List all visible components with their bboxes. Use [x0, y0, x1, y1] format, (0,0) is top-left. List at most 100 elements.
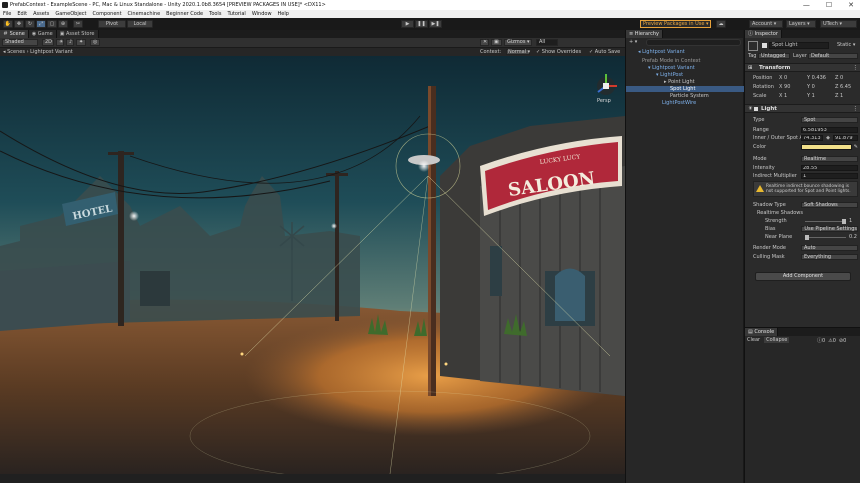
component-menu-icon[interactable]: ⋮: [853, 65, 859, 71]
add-component-button[interactable]: Add Component: [755, 272, 851, 281]
minimize-button[interactable]: —: [803, 1, 810, 9]
show-overrides-toggle[interactable]: ✓ Show Overrides: [536, 48, 581, 56]
gizmos-dropdown[interactable]: Gizmos ▾: [504, 39, 532, 46]
near-plane-field[interactable]: 0.2: [846, 234, 858, 240]
layers-dropdown[interactable]: Layers ▾: [786, 20, 816, 28]
step-button[interactable]: ▶❚: [429, 20, 442, 28]
menu-beginner-code[interactable]: Beginner Code: [166, 11, 203, 17]
object-name-field[interactable]: Spot Light: [769, 42, 829, 49]
hierarchy-search-input[interactable]: [646, 39, 741, 46]
maximize-button[interactable]: ☐: [826, 1, 832, 9]
info-filter[interactable]: ⓘ0: [817, 337, 825, 344]
culling-mask-dropdown[interactable]: Everything: [801, 254, 858, 260]
hand-tool-button[interactable]: ✋: [3, 20, 13, 28]
tab-game[interactable]: ◉ Game: [28, 30, 57, 38]
pause-button[interactable]: ❚❚: [415, 20, 428, 28]
tab-scene[interactable]: ＃ Scene: [0, 30, 29, 38]
account-dropdown[interactable]: Account ▾: [749, 20, 783, 28]
rect-tool-button[interactable]: ▢: [47, 20, 57, 28]
strength-field[interactable]: 1: [846, 218, 858, 224]
menu-window[interactable]: Window: [252, 11, 272, 17]
position-x[interactable]: X 0: [779, 75, 807, 81]
breadcrumb-scenes[interactable]: Scenes: [7, 49, 25, 55]
transform-tool-button[interactable]: ⊕: [58, 20, 68, 28]
rotation-y[interactable]: Y 0: [807, 84, 835, 90]
outer-angle-field[interactable]: 91.879: [833, 135, 858, 141]
preview-packages-dropdown[interactable]: Preview Packages in Use ▾: [640, 20, 711, 28]
scale-y[interactable]: Y 1: [807, 93, 835, 99]
play-button[interactable]: ▶: [401, 20, 414, 28]
position-z[interactable]: Z 0: [835, 75, 855, 81]
auto-save-toggle[interactable]: ✓ Auto Save: [589, 48, 620, 56]
camera-settings-button[interactable]: ▣: [491, 39, 502, 46]
menu-file[interactable]: File: [3, 11, 11, 17]
audio-toggle[interactable]: ♪: [66, 39, 74, 46]
tab-hierarchy[interactable]: ≡ Hierarchy: [626, 30, 663, 38]
intensity-field[interactable]: 28.55: [801, 165, 858, 171]
context-dropdown[interactable]: Normal ▾: [506, 49, 530, 55]
lighting-toggle[interactable]: ☀: [56, 39, 64, 46]
menu-component[interactable]: Component: [93, 11, 122, 17]
type-dropdown[interactable]: Spot: [801, 117, 858, 123]
move-tool-button[interactable]: ✥: [14, 20, 24, 28]
rotation-z[interactable]: Z 6.45: [835, 84, 855, 90]
menu-gameobject[interactable]: GameObject: [55, 11, 86, 17]
mode-dropdown[interactable]: Realtime: [801, 156, 858, 162]
transform-header[interactable]: ⊞ Transform ⋮: [745, 63, 860, 72]
rotate-tool-button[interactable]: ↻: [25, 20, 35, 28]
render-mode-dropdown[interactable]: Auto: [801, 245, 858, 251]
warn-filter[interactable]: ⚠0: [828, 338, 836, 344]
scale-z[interactable]: Z 1: [835, 93, 855, 99]
effects-toggle[interactable]: ✦: [76, 39, 86, 46]
strength-slider-handle[interactable]: [842, 218, 846, 224]
static-dropdown[interactable]: Static ▾: [837, 42, 855, 48]
layer-dropdown[interactable]: Default: [808, 53, 858, 59]
hierarchy-add-button[interactable]: + ▾: [629, 39, 637, 45]
scale-tool-button[interactable]: ⤢: [36, 20, 46, 28]
light-menu-icon[interactable]: ⋮: [853, 106, 859, 112]
hierarchy-item-lightpost[interactable]: ▾ LightPost: [656, 72, 683, 78]
tab-inspector[interactable]: ⓘ Inspector: [745, 30, 782, 38]
hierarchy-item-point-light[interactable]: ▸ Point Light: [664, 79, 695, 85]
position-y[interactable]: Y 0.436: [807, 75, 835, 81]
clear-button[interactable]: Clear: [747, 337, 760, 343]
near-plane-slider-handle[interactable]: [805, 234, 809, 240]
indirect-multiplier-field[interactable]: 1: [801, 173, 858, 179]
rotation-x[interactable]: X 90: [779, 84, 807, 90]
menu-cinemachine[interactable]: Cinemachine: [128, 11, 161, 17]
breadcrumb-item[interactable]: Lightpost Variant: [30, 49, 73, 55]
hierarchy-item-particle-system[interactable]: Particle System: [670, 93, 709, 99]
shading-mode-dropdown[interactable]: Shaded: [2, 39, 38, 46]
scene-viewport[interactable]: HOTEL LUCKY LUCY SALOON Persp: [0, 56, 625, 474]
near-plane-slider[interactable]: [805, 234, 846, 240]
menu-help[interactable]: Help: [278, 11, 289, 17]
breadcrumb-back-icon[interactable]: ◂: [3, 49, 6, 55]
hidden-objects-toggle[interactable]: ◎: [90, 39, 100, 46]
pivot-toggle[interactable]: Pivot: [98, 20, 126, 28]
tag-dropdown[interactable]: Untagged: [758, 53, 790, 59]
color-swatch[interactable]: [801, 144, 852, 150]
light-enabled-checkbox[interactable]: [754, 107, 758, 111]
error-filter[interactable]: ⊘0: [839, 338, 846, 344]
hierarchy-item-prefab-mode[interactable]: Prefab Mode in Context: [642, 58, 700, 64]
bias-dropdown[interactable]: Use Pipeline Settings: [801, 226, 858, 232]
inner-angle-field[interactable]: 74.313: [801, 135, 823, 141]
range-field[interactable]: 6.581953: [801, 127, 858, 133]
mode-2d-toggle[interactable]: 2D: [42, 39, 54, 46]
hierarchy-item-lightpost-variant[interactable]: ▾ Lightpost Variant: [648, 65, 695, 71]
collab-button[interactable]: ☁: [716, 20, 726, 28]
eyedropper-icon[interactable]: ✎: [852, 144, 858, 150]
menu-assets[interactable]: Assets: [33, 11, 49, 17]
scale-x[interactable]: X 1: [779, 93, 807, 99]
strength-slider[interactable]: [805, 218, 846, 224]
scene-search-input[interactable]: All: [536, 39, 558, 46]
menu-tools[interactable]: Tools: [209, 11, 221, 17]
layout-dropdown[interactable]: UTech ▾: [820, 20, 857, 28]
menu-edit[interactable]: Edit: [17, 11, 27, 17]
local-toggle[interactable]: Local: [127, 20, 153, 28]
light-header[interactable]: ☀ Light ⋮: [745, 104, 860, 113]
angle-slider-handle-icon[interactable]: ◆: [823, 135, 833, 141]
tools-icon-button[interactable]: ✕: [480, 39, 489, 46]
collapse-toggle[interactable]: Collapse: [764, 337, 790, 343]
active-checkbox[interactable]: [762, 43, 767, 48]
